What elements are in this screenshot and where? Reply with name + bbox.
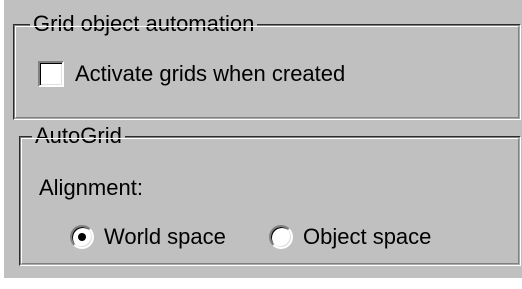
activate-grids-label: Activate grids when created xyxy=(75,61,346,86)
autogrid-title: AutoGrid xyxy=(32,123,125,149)
grid-object-automation-title: Grid object automation xyxy=(30,11,258,37)
object-space-label: Object space xyxy=(303,224,432,249)
activate-grids-checkbox[interactable] xyxy=(38,61,64,87)
object-space-option[interactable]: Object space xyxy=(269,224,431,250)
activate-grids-option[interactable]: Activate grids when created xyxy=(38,61,345,87)
world-space-label: World space xyxy=(104,224,226,249)
world-space-radio[interactable] xyxy=(70,225,94,249)
world-space-option[interactable]: World space xyxy=(70,224,226,250)
grid-object-automation-group: Grid object automation Activate grids wh… xyxy=(13,11,521,120)
object-space-radio[interactable] xyxy=(269,225,293,249)
settings-panel: Grid object automation Activate grids wh… xyxy=(4,0,522,278)
autogrid-group: AutoGrid Alignment: World space Object s… xyxy=(19,123,521,266)
alignment-label: Alignment: xyxy=(39,175,143,200)
